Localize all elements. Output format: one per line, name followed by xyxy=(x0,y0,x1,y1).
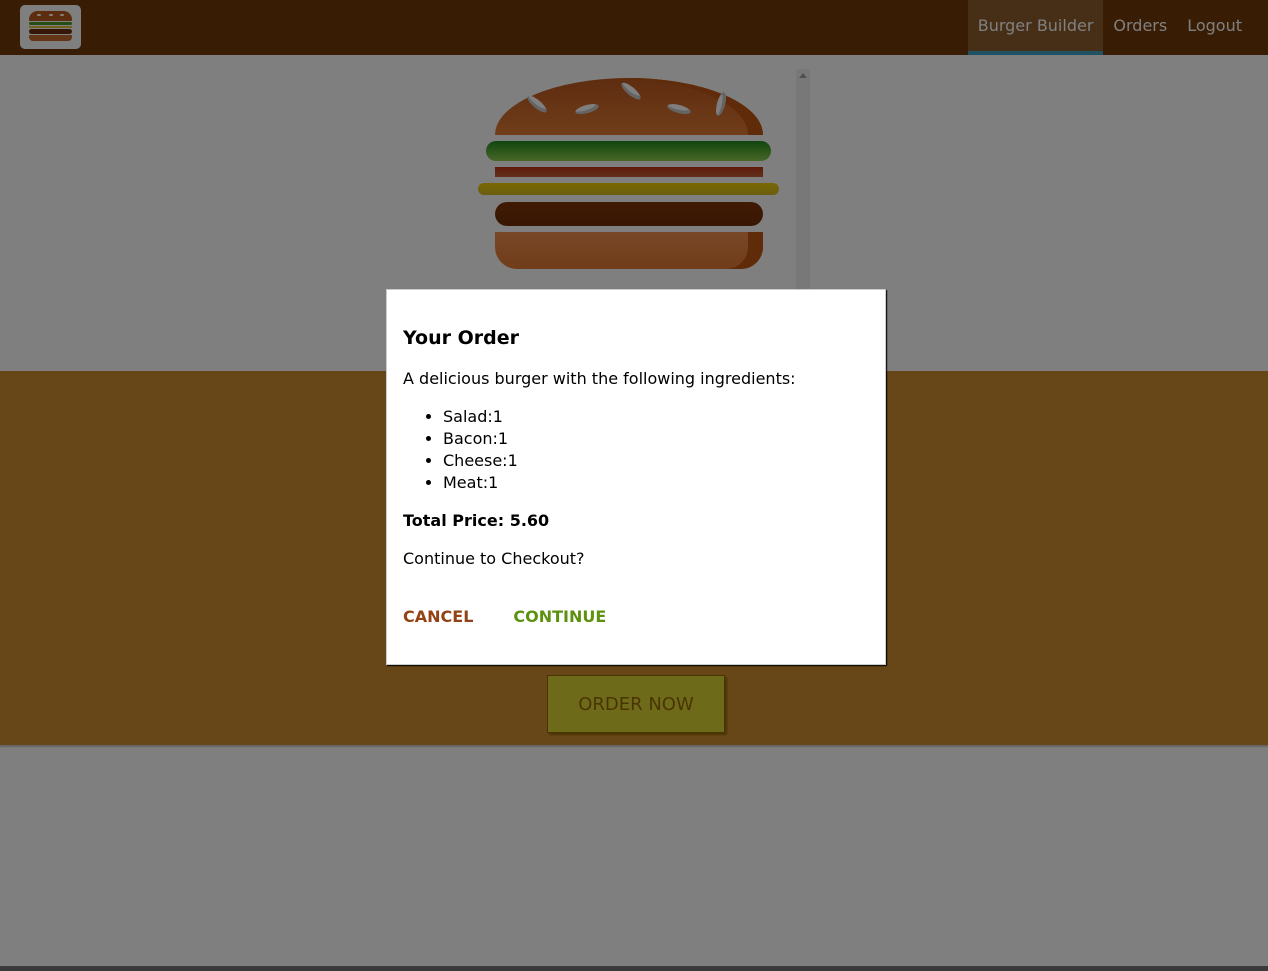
ingredient-item-salad: Salad:1 xyxy=(443,406,869,428)
continue-button[interactable]: CONTINUE xyxy=(513,606,606,628)
checkout-prompt: Continue to Checkout? xyxy=(403,549,585,568)
cancel-button[interactable]: CANCEL xyxy=(403,606,473,628)
order-intro-text: A delicious burger with the following in… xyxy=(403,369,796,388)
total-price: Total Price: 5.60 xyxy=(403,511,550,530)
ingredient-item-bacon: Bacon:1 xyxy=(443,428,869,450)
order-summary-modal: Your Order A delicious burger with the f… xyxy=(386,289,886,665)
bottom-edge xyxy=(0,966,1268,971)
ingredient-item-cheese: Cheese:1 xyxy=(443,450,869,472)
ingredient-list: Salad:1 Bacon:1 Cheese:1 Meat:1 xyxy=(403,406,869,494)
modal-title: Your Order xyxy=(403,327,519,349)
modal-actions: CANCEL CONTINUE xyxy=(403,606,869,628)
ingredient-item-meat: Meat:1 xyxy=(443,472,869,494)
